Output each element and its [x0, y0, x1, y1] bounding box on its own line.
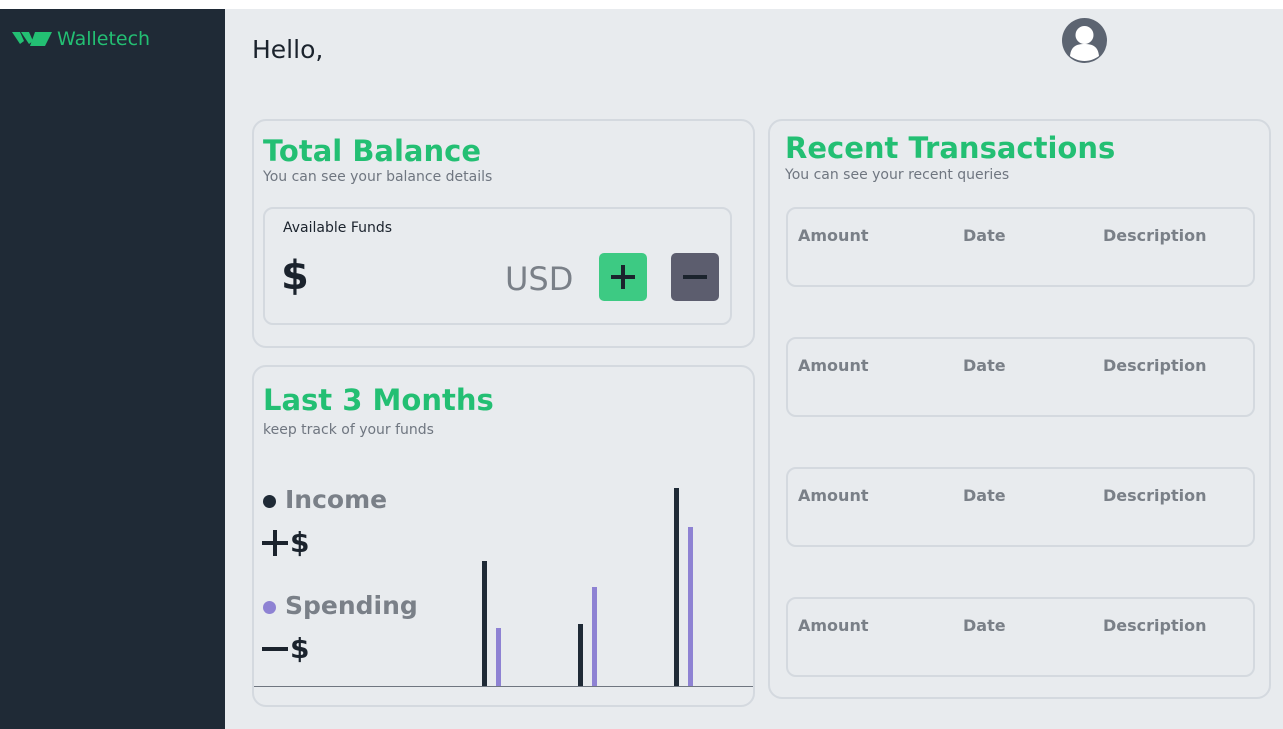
transaction-row[interactable]: Amount Date Description	[786, 337, 1255, 417]
transaction-amount: Amount	[798, 486, 869, 505]
user-avatar-icon[interactable]	[1062, 18, 1107, 63]
transaction-date: Date	[963, 226, 1006, 245]
transaction-description: Description	[1103, 356, 1207, 375]
currency-code: USD	[505, 260, 574, 298]
balance-title: Total Balance	[263, 134, 482, 168]
total-balance-card: Total Balance You can see your balance d…	[252, 119, 755, 348]
remove-funds-button[interactable]	[671, 253, 719, 301]
transactions-subtitle: You can see your recent queries	[785, 167, 1010, 183]
last-3-months-card: Last 3 Months keep track of your funds I…	[252, 365, 755, 707]
spending-bar	[592, 587, 597, 686]
transaction-description: Description	[1103, 226, 1207, 245]
plus-icon	[611, 265, 635, 289]
available-funds-box: Available Funds $ USD	[263, 207, 732, 325]
balance-subtitle: You can see your balance details	[263, 169, 493, 185]
transaction-date: Date	[963, 616, 1006, 635]
recent-transactions-card: Recent Transactions You can see your rec…	[768, 119, 1271, 699]
transaction-amount: Amount	[798, 616, 869, 635]
transaction-description: Description	[1103, 486, 1207, 505]
transaction-row[interactable]: Amount Date Description	[786, 467, 1255, 547]
spending-bar	[496, 628, 501, 686]
transaction-date: Date	[963, 486, 1006, 505]
income-bar	[578, 624, 583, 686]
app-name: Walletech	[57, 28, 151, 50]
transaction-description: Description	[1103, 616, 1207, 635]
greeting: Hello,	[252, 35, 324, 64]
income-bar	[482, 561, 487, 686]
transaction-amount: Amount	[798, 226, 869, 245]
available-funds-label: Available Funds	[283, 220, 393, 236]
add-funds-button[interactable]	[599, 253, 647, 301]
income-bar	[674, 488, 679, 686]
minus-icon	[683, 275, 707, 279]
walletech-logo-icon	[12, 32, 52, 46]
logo[interactable]: Walletech	[12, 27, 150, 51]
transaction-row[interactable]: Amount Date Description	[786, 207, 1255, 287]
transaction-date: Date	[963, 356, 1006, 375]
balance-amount: $	[281, 253, 309, 299]
sidebar: Walletech	[0, 9, 225, 729]
transaction-row[interactable]: Amount Date Description	[786, 597, 1255, 677]
months-bar-chart	[254, 488, 753, 687]
transactions-title: Recent Transactions	[785, 131, 1116, 165]
transaction-amount: Amount	[798, 356, 869, 375]
app-window: Walletech Hello, Total Balance You can s…	[0, 9, 1283, 729]
spending-bar	[688, 527, 693, 686]
